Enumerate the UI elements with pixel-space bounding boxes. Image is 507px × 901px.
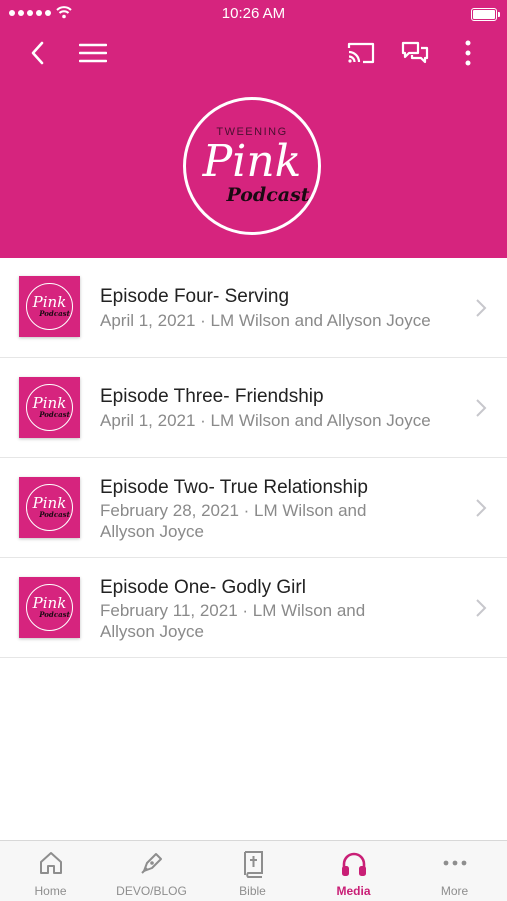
tab-bible[interactable]: Bible <box>202 841 303 901</box>
more-horizontal-icon <box>443 860 466 866</box>
episode-thumbnail: Pink Podcast <box>19 377 80 438</box>
bible-icon <box>243 851 263 878</box>
episode-title: Episode Four- Serving <box>100 286 290 307</box>
tab-more[interactable]: More <box>404 841 505 901</box>
list-item[interactable]: Pink Podcast Episode Four- Serving April … <box>0 258 507 358</box>
list-item[interactable]: Pink Podcast Episode Two- True Relationsh… <box>0 458 507 558</box>
status-time: 10:26 AM <box>221 5 286 22</box>
episode-thumbnail: Pink Podcast <box>19 477 80 538</box>
episode-thumbnail: Pink Podcast <box>19 577 80 638</box>
cast-icon[interactable] <box>344 36 378 70</box>
chat-icon[interactable] <box>398 36 432 70</box>
logo-main-text: Pink <box>202 136 302 187</box>
more-vertical-icon[interactable] <box>451 36 485 70</box>
header: 10:26 AM TWEENING Pink Podcast <box>0 0 507 258</box>
tab-label: Home <box>34 884 67 898</box>
episode-list: Pink Podcast Episode Four- Serving April … <box>0 258 507 658</box>
episode-thumbnail: Pink Podcast <box>19 276 80 337</box>
episode-title: Episode One- Godly Girl <box>100 577 306 598</box>
tab-media[interactable]: Media <box>303 841 404 901</box>
tab-devo-blog[interactable]: DEVO/BLOG <box>101 841 202 901</box>
chevron-right-icon <box>476 399 487 417</box>
tab-bar: Home DEVO/BLOG Bible Media More <box>0 840 507 901</box>
status-bar: 10:26 AM <box>0 0 507 28</box>
tab-label: More <box>440 884 469 898</box>
home-icon <box>39 852 62 874</box>
tab-label: Media <box>336 884 371 898</box>
logo-sub-text: Podcast <box>226 184 310 206</box>
episode-title: Episode Two- True Relationship <box>100 477 368 498</box>
tab-label: Bible <box>239 884 266 898</box>
episode-meta: April 1, 2021 · LM Wilson and Allyson Jo… <box>100 411 431 430</box>
episode-title: Episode Three- Friendship <box>100 386 324 407</box>
chevron-right-icon <box>476 499 487 517</box>
episode-meta: April 1, 2021 · LM Wilson and Allyson Jo… <box>100 311 431 330</box>
battery-icon <box>471 8 500 21</box>
chevron-right-icon <box>476 299 487 317</box>
episode-meta: February 11, 2021 · LM Wilson and Allyson… <box>100 601 366 641</box>
chevron-right-icon <box>476 599 487 617</box>
tab-label: DEVO/BLOG <box>116 884 187 898</box>
tab-home[interactable]: Home <box>0 841 101 901</box>
list-item[interactable]: Pink Podcast Episode Three- Friendship Ap… <box>0 358 507 458</box>
menu-icon[interactable] <box>76 36 110 70</box>
list-item[interactable]: Pink Podcast Episode One- Godly Girl Febr… <box>0 558 507 658</box>
podcast-logo: TWEENING Pink Podcast <box>183 97 321 235</box>
back-icon[interactable] <box>21 36 55 70</box>
episode-meta: February 28, 2021 · LM Wilson and Allyson… <box>100 501 367 541</box>
headphones-icon <box>341 852 366 876</box>
pen-icon <box>140 853 162 874</box>
